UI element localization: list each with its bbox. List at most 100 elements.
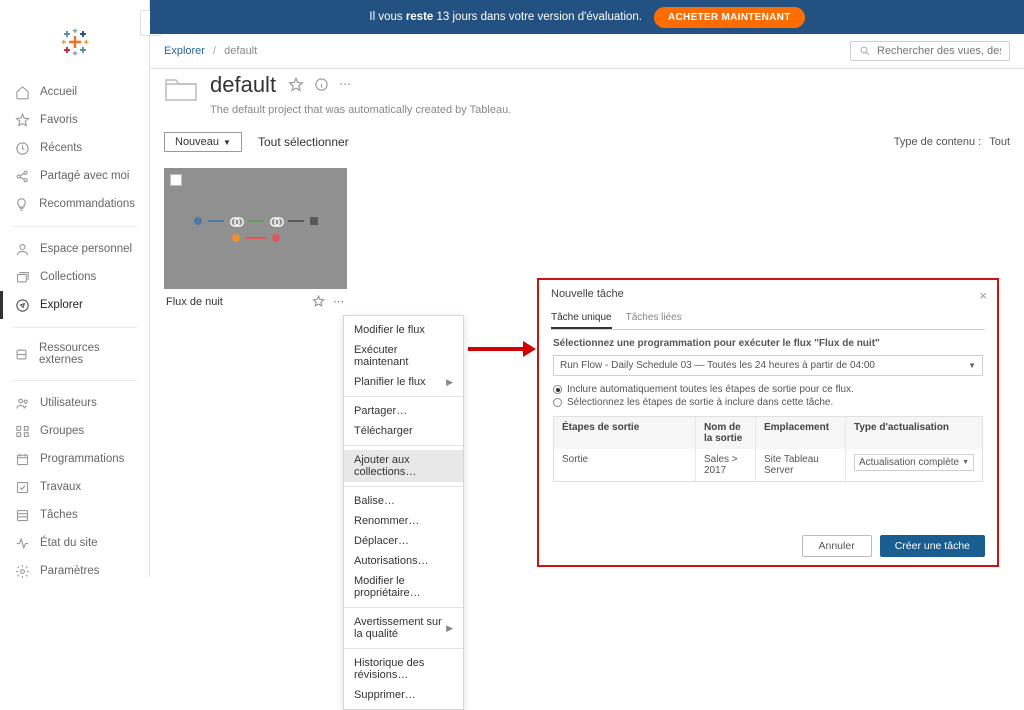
sidebar-item-tasks[interactable]: Tâches xyxy=(0,501,149,529)
nav-label: Partagé avec moi xyxy=(40,170,130,182)
menu-add-collections[interactable]: Ajouter aux collections… xyxy=(344,450,463,482)
tab-linked-tasks[interactable]: Tâches liées xyxy=(626,308,682,329)
collections-icon xyxy=(14,269,30,285)
sidebar-item-external[interactable]: Ressources externes xyxy=(0,336,149,372)
search-input[interactable] xyxy=(877,45,1001,57)
menu-move[interactable]: Déplacer… xyxy=(344,531,463,551)
share-icon xyxy=(14,168,30,184)
create-task-button[interactable]: Créer une tâche xyxy=(880,535,985,557)
new-button[interactable]: Nouveau ▼ xyxy=(164,132,242,152)
chevron-right-icon: ▶ xyxy=(446,623,453,634)
cell-step: Sortie xyxy=(554,449,696,481)
menu-download[interactable]: Télécharger xyxy=(344,421,463,441)
tableau-logo-svg xyxy=(61,28,89,56)
breadcrumb-sep: / xyxy=(213,45,216,57)
search-icon xyxy=(859,45,871,57)
table-row: Sortie Sales > 2017 Site Tableau Server … xyxy=(554,449,982,481)
menu-delete[interactable]: Supprimer… xyxy=(344,685,463,705)
menu-separator xyxy=(344,445,463,446)
more-icon[interactable]: ⋯ xyxy=(339,77,352,93)
nav-separator xyxy=(12,226,137,227)
sidebar-item-users[interactable]: Utilisateurs xyxy=(0,389,149,417)
bulb-icon xyxy=(14,196,29,212)
refresh-type-select[interactable]: Actualisation complète ▼ xyxy=(854,454,974,471)
sidebar-item-collections[interactable]: Collections xyxy=(0,263,149,291)
nav-label: Recommandations xyxy=(39,198,135,210)
sidebar-item-favorites[interactable]: Favoris xyxy=(0,106,149,134)
close-icon[interactable]: × xyxy=(979,288,987,303)
sidebar-item-shared[interactable]: Partagé avec moi xyxy=(0,162,149,190)
tasks-icon xyxy=(14,507,30,523)
card-checkbox[interactable] xyxy=(170,174,182,186)
dialog-footer: Annuler Créer une tâche xyxy=(802,535,986,557)
cancel-button[interactable]: Annuler xyxy=(802,535,872,557)
nav-label: Groupes xyxy=(40,425,84,437)
sidebar-item-explorer[interactable]: Explorer xyxy=(0,291,149,319)
nav-separator xyxy=(12,380,137,381)
menu-tag[interactable]: Balise… xyxy=(344,491,463,511)
menu-edit-flow[interactable]: Modifier le flux xyxy=(344,320,463,340)
card-star-icon[interactable] xyxy=(312,295,325,308)
menu-revision-history[interactable]: Historique des révisions… xyxy=(344,653,463,685)
menu-rename[interactable]: Renommer… xyxy=(344,511,463,531)
toolbar: Nouveau ▼ Tout sélectionner Type de cont… xyxy=(164,132,1010,152)
home-icon xyxy=(14,84,30,100)
flow-diagram-row xyxy=(194,216,318,226)
user-icon xyxy=(14,241,30,257)
calendar-icon xyxy=(14,451,30,467)
table-header-row: Étapes de sortie Nom de la sortie Emplac… xyxy=(554,417,982,449)
sidebar-item-jobs[interactable]: Travaux xyxy=(0,473,149,501)
sidebar-item-home[interactable]: Accueil xyxy=(0,78,149,106)
content-type-dropdown[interactable]: Tout xyxy=(989,136,1010,148)
nav-label: Utilisateurs xyxy=(40,397,97,409)
buy-now-button[interactable]: ACHETER MAINTENANT xyxy=(654,7,805,28)
dialog-tabs: Tâche unique Tâches liées xyxy=(551,308,985,330)
breadcrumb-root[interactable]: Explorer xyxy=(164,45,205,57)
sidebar-item-schedules[interactable]: Programmations xyxy=(0,445,149,473)
flow-card[interactable]: Flux de nuit ⋯ xyxy=(164,168,347,314)
info-icon[interactable] xyxy=(314,77,329,93)
annotation-arrow xyxy=(468,341,536,357)
star-icon xyxy=(14,112,30,128)
radio-manual-select[interactable] xyxy=(553,398,562,407)
cell-refresh: Actualisation complète ▼ xyxy=(846,449,982,481)
menu-quality-warning[interactable]: Avertissement sur la qualité▶ xyxy=(344,612,463,644)
menu-permissions[interactable]: Autorisations… xyxy=(344,551,463,571)
sidebar-item-recommendations[interactable]: Recommandations xyxy=(0,190,149,218)
sidebar-item-personal[interactable]: Espace personnel xyxy=(0,235,149,263)
menu-share[interactable]: Partager… xyxy=(344,401,463,421)
select-all-link[interactable]: Tout sélectionner xyxy=(258,135,349,149)
flow-name: Flux de nuit xyxy=(166,296,223,308)
favorite-star-icon[interactable] xyxy=(288,77,304,93)
tab-single-task[interactable]: Tâche unique xyxy=(551,308,612,329)
card-more-icon[interactable]: ⋯ xyxy=(333,295,345,308)
trial-message: Il vous reste 13 jours dans votre versio… xyxy=(369,11,642,23)
clock-icon xyxy=(14,140,30,156)
nav-label: Paramètres xyxy=(40,565,99,577)
breadcrumb: Explorer / default xyxy=(164,45,257,57)
flow-diagram-row xyxy=(232,234,280,242)
nav-label: Programmations xyxy=(40,453,124,465)
nav-label: Collections xyxy=(40,271,96,283)
col-output-steps: Étapes de sortie xyxy=(554,417,696,449)
nav-label: Explorer xyxy=(40,299,83,311)
cell-location: Site Tableau Server xyxy=(756,449,846,481)
chevron-down-icon: ▼ xyxy=(962,459,969,466)
new-task-dialog: Nouvelle tâche × Tâche unique Tâches lié… xyxy=(537,278,999,567)
search-box[interactable] xyxy=(850,41,1010,61)
menu-change-owner[interactable]: Modifier le propriétaire… xyxy=(344,571,463,603)
sidebar-item-recents[interactable]: Récents xyxy=(0,134,149,162)
cell-name: Sales > 2017 xyxy=(696,449,756,481)
col-location: Emplacement xyxy=(756,417,846,449)
radio-auto-include[interactable] xyxy=(553,385,562,394)
menu-run-now[interactable]: Exécuter maintenant xyxy=(344,340,463,372)
menu-separator xyxy=(344,396,463,397)
nav-label: État du site xyxy=(40,537,98,549)
menu-schedule-flow[interactable]: Planifier le flux▶ xyxy=(344,372,463,392)
sidebar-item-settings[interactable]: Paramètres xyxy=(0,557,149,585)
schedule-select[interactable]: Run Flow - Daily Schedule 03 — Toutes le… xyxy=(553,355,983,376)
menu-separator xyxy=(344,486,463,487)
sidebar-item-groups[interactable]: Groupes xyxy=(0,417,149,445)
sidebar-item-site-status[interactable]: État du site xyxy=(0,529,149,557)
nav-separator xyxy=(12,327,137,328)
